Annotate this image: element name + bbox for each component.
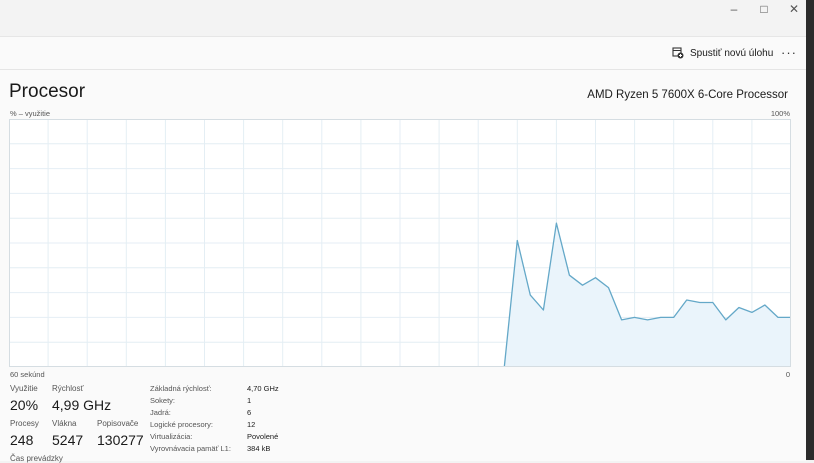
speed-label: Rýchlosť [52, 384, 83, 393]
page-title: Procesor [9, 81, 85, 103]
processes-label: Procesy [10, 419, 39, 428]
run-task-icon [672, 47, 684, 59]
info-value: 384 kB [247, 444, 270, 453]
cpu-utilization-chart [9, 119, 791, 367]
chart-x-left-label: 60 sekúnd [10, 370, 45, 379]
toolbar: Spustiť novú úlohu ··· [0, 37, 806, 70]
run-new-task-button[interactable]: Spustiť novú úlohu [672, 45, 773, 61]
info-value: 4,70 GHz [247, 384, 279, 393]
info-label: Logické procesory: [150, 420, 213, 429]
title-bar: ‒ □ ✕ [0, 0, 806, 32]
utilization-value: 20% [10, 397, 38, 413]
more-options-button[interactable]: ··· [778, 43, 800, 61]
handles-value: 130277 [97, 432, 144, 448]
run-new-task-label: Spustiť novú úlohu [690, 48, 773, 59]
chart-y-label: % – využitie [10, 109, 50, 118]
cpu-model-name: AMD Ryzen 5 7600X 6-Core Processor [587, 89, 788, 101]
threads-label: Vlákna [52, 419, 76, 428]
performance-panel: Spustiť novú úlohu ··· Procesor AMD Ryze… [0, 36, 806, 461]
window-edge [806, 0, 814, 460]
chart-y-max-label: 100% [771, 109, 790, 118]
utilization-label: Využitie [10, 384, 38, 393]
info-label: Vyrovnávacia pamäť L1: [150, 444, 231, 453]
info-label: Virtualizácia: [150, 432, 192, 441]
speed-value: 4,99 GHz [52, 397, 111, 413]
info-label: Sokety: [150, 396, 175, 405]
handles-label: Popisovače [97, 419, 138, 428]
processes-value: 248 [10, 432, 33, 448]
info-label: Jadrá: [150, 408, 171, 417]
uptime-label: Čas prevádzky [10, 454, 63, 463]
chart-x-right-label: 0 [786, 370, 790, 379]
info-value: 6 [247, 408, 251, 417]
threads-value: 5247 [52, 432, 83, 448]
info-value: 1 [247, 396, 251, 405]
info-value: 12 [247, 420, 255, 429]
info-value: Povolené [247, 432, 278, 441]
info-label: Základná rýchlosť: [150, 384, 212, 393]
